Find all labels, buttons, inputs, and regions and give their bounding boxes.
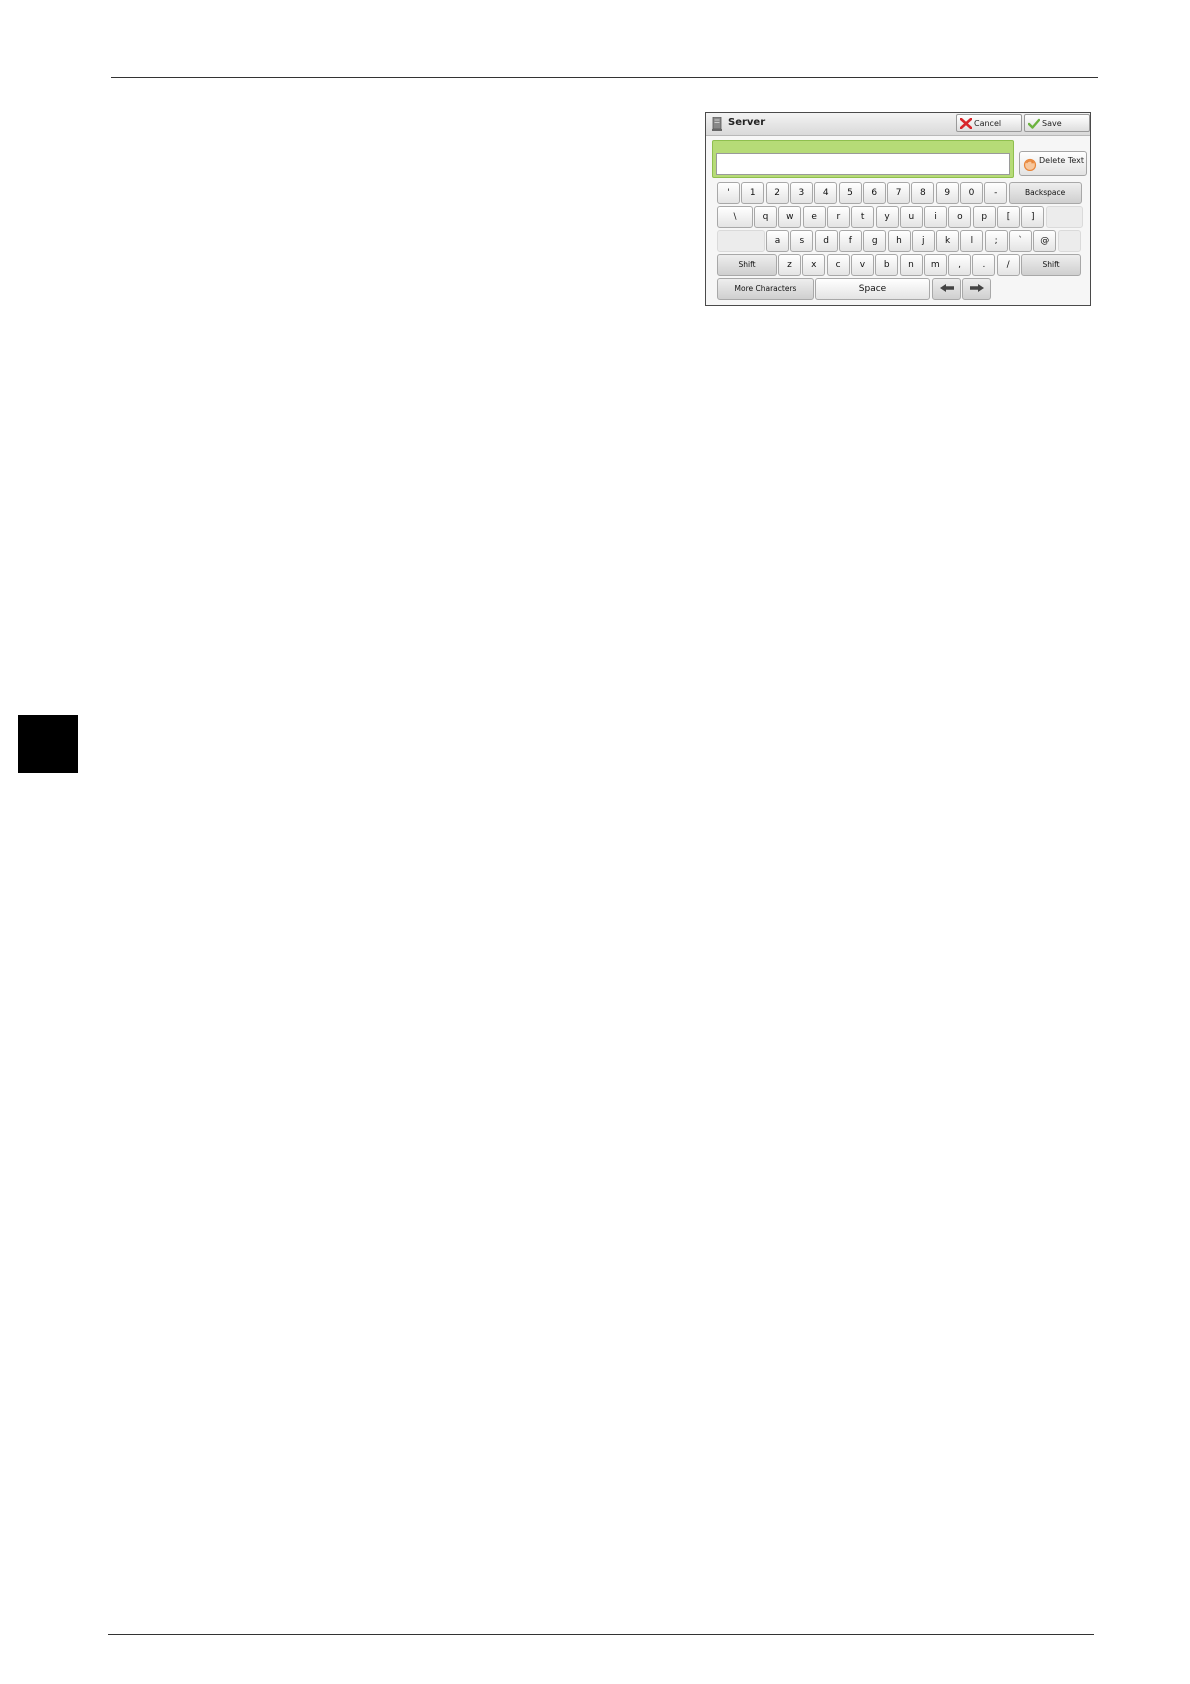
- save-label: Save: [1042, 119, 1062, 128]
- dialog-title-bar: Server Cancel Save: [706, 113, 1090, 136]
- shift-key-right[interactable]: Shift: [1021, 254, 1081, 276]
- key[interactable]: n: [899, 254, 923, 276]
- arrow-right-icon: [969, 284, 984, 292]
- key[interactable]: `: [1009, 230, 1032, 252]
- key[interactable]: c: [826, 254, 850, 276]
- key[interactable]: .: [972, 254, 996, 276]
- key[interactable]: 6: [862, 182, 886, 204]
- key[interactable]: v: [850, 254, 874, 276]
- key[interactable]: 5: [838, 182, 862, 204]
- key[interactable]: t: [851, 206, 875, 228]
- cursor-right-key[interactable]: [962, 278, 991, 300]
- key[interactable]: 1: [741, 182, 765, 204]
- shift-key-left[interactable]: Shift: [717, 254, 777, 276]
- delete-text-label: Delete Text: [1039, 156, 1085, 165]
- key[interactable]: r: [826, 206, 850, 228]
- key[interactable]: y: [875, 206, 899, 228]
- key[interactable]: a: [766, 230, 789, 252]
- cancel-x-icon: [960, 118, 972, 129]
- key[interactable]: 8: [911, 182, 935, 204]
- key[interactable]: p: [972, 206, 996, 228]
- key[interactable]: e: [802, 206, 826, 228]
- key[interactable]: 3: [789, 182, 813, 204]
- backspace-key[interactable]: Backspace: [1008, 182, 1082, 204]
- server-icon: [712, 117, 722, 131]
- key[interactable]: h: [887, 230, 911, 252]
- key[interactable]: w: [778, 206, 802, 228]
- dialog-title: Server: [728, 117, 766, 128]
- save-check-icon: [1028, 118, 1040, 129]
- eraser-icon: [1023, 158, 1037, 171]
- more-characters-key[interactable]: More Characters: [717, 278, 814, 300]
- key[interactable]: -: [984, 182, 1008, 204]
- key[interactable]: s: [790, 230, 814, 252]
- input-highlight: [712, 140, 1014, 178]
- key[interactable]: i: [924, 206, 948, 228]
- key[interactable]: b: [875, 254, 899, 276]
- delete-text-button[interactable]: Delete Text: [1019, 151, 1087, 176]
- key[interactable]: 2: [765, 182, 789, 204]
- blank-key: [717, 230, 765, 252]
- key[interactable]: u: [899, 206, 923, 228]
- key[interactable]: q: [754, 206, 777, 228]
- space-key[interactable]: Space: [815, 278, 930, 300]
- footer-rule: [108, 1634, 1094, 1635]
- key[interactable]: 7: [887, 182, 911, 204]
- key[interactable]: /: [996, 254, 1020, 276]
- server-entry-dialog: Server Cancel Save Delete Text ' 1 2 3 4 5 6 7 8…: [705, 112, 1091, 306]
- key[interactable]: [: [997, 206, 1020, 228]
- key[interactable]: k: [936, 230, 960, 252]
- blank-key: [1057, 230, 1081, 252]
- blank-key: [1045, 206, 1083, 228]
- key[interactable]: 9: [935, 182, 959, 204]
- key[interactable]: 0: [960, 182, 983, 204]
- key[interactable]: ': [717, 182, 740, 204]
- cancel-button[interactable]: Cancel: [956, 114, 1022, 132]
- header-rule: [111, 77, 1098, 78]
- cursor-left-key[interactable]: [932, 278, 961, 300]
- key[interactable]: ]: [1021, 206, 1045, 228]
- key[interactable]: \: [717, 206, 753, 228]
- server-text-field[interactable]: [716, 153, 1010, 175]
- key[interactable]: g: [863, 230, 887, 252]
- cancel-label: Cancel: [974, 119, 1002, 128]
- key[interactable]: f: [838, 230, 862, 252]
- key[interactable]: x: [802, 254, 826, 276]
- key[interactable]: l: [960, 230, 984, 252]
- key[interactable]: m: [923, 254, 947, 276]
- key[interactable]: 4: [814, 182, 838, 204]
- key[interactable]: @: [1033, 230, 1057, 252]
- key[interactable]: d: [814, 230, 838, 252]
- arrow-left-icon: [939, 284, 954, 292]
- save-button[interactable]: Save: [1024, 114, 1090, 132]
- chapter-tab: [18, 715, 78, 773]
- key[interactable]: ;: [984, 230, 1008, 252]
- key[interactable]: j: [911, 230, 935, 252]
- key[interactable]: ,: [948, 254, 972, 276]
- key[interactable]: z: [778, 254, 801, 276]
- key[interactable]: o: [948, 206, 972, 228]
